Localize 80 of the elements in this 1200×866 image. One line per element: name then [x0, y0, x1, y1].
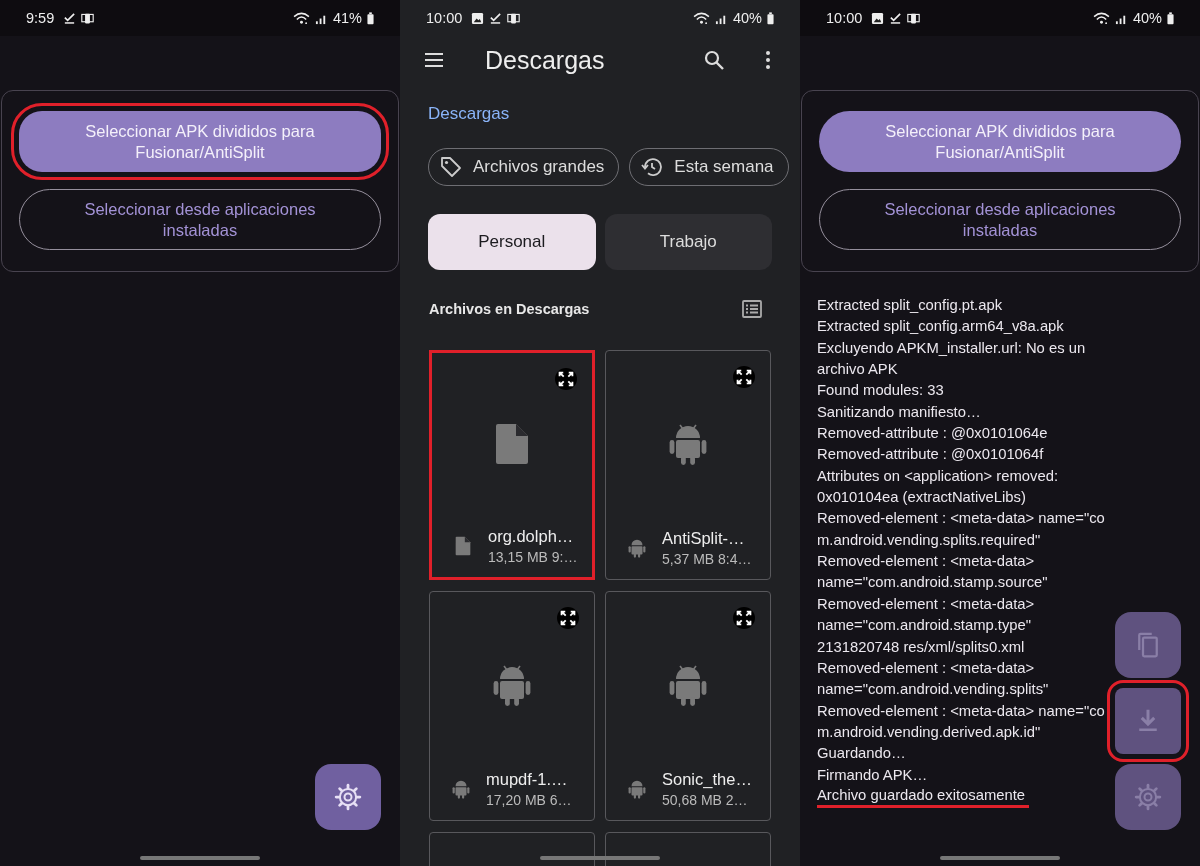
log-line: Removed-attribute : @0x0101064e: [817, 424, 1048, 444]
file-details: 50,68 MB 2…: [662, 792, 749, 808]
checkmark-icon: [489, 11, 503, 25]
log-line: Removed-element : <meta-data> name="co: [817, 509, 1105, 529]
profile-tab[interactable]: Personal: [428, 214, 596, 270]
expand-icon[interactable]: [733, 607, 755, 629]
status-time: 9:59: [26, 10, 55, 26]
download-button[interactable]: [1107, 680, 1189, 762]
file-card[interactable]: AntiSplit-… 5,37 MB 8:4…: [605, 350, 771, 580]
list-view-icon[interactable]: [740, 297, 764, 321]
settings-icon: [1133, 782, 1163, 812]
log-line: 2131820748 res/xml/splits0.xml: [817, 637, 1025, 657]
image-icon: [471, 11, 485, 25]
log-line: Attributes on <application> removed:: [817, 466, 1058, 486]
phone-screen-icon: [907, 11, 921, 25]
file-card[interactable]: org.dolph… 13,15 MB 9:…: [429, 350, 595, 580]
log-line: Sanitizando manifiesto…: [817, 402, 981, 422]
android-icon: [450, 778, 472, 800]
image-icon: [871, 11, 885, 25]
file-details: 13,15 MB 9:…: [488, 549, 578, 565]
breadcrumb-link[interactable]: Descargas: [400, 84, 800, 124]
log-line: Removed-attribute : @0x0101064f: [817, 445, 1044, 465]
screen-title: Descargas: [485, 45, 605, 75]
navigation-handle[interactable]: [140, 856, 260, 860]
log-line: m.android.vending.splits.required": [817, 530, 1041, 550]
log-line: name="com.android.stamp.source": [817, 573, 1048, 593]
log-line: Removed-element : <meta-data>: [817, 594, 1035, 614]
log-line: Guardando…: [817, 744, 906, 764]
history-icon: [640, 155, 665, 179]
wifi-icon: [1092, 11, 1110, 25]
expand-icon[interactable]: [733, 366, 755, 388]
log-line: archivo APK: [817, 360, 898, 380]
log-line: name="com.android.stamp.type": [817, 616, 1032, 636]
log-line: name="com.android.vending.splits": [817, 680, 1049, 700]
file-name: org.dolph…: [488, 527, 575, 546]
search-icon[interactable]: [702, 48, 726, 72]
expand-icon[interactable]: [555, 368, 577, 390]
wifi-icon: [692, 11, 710, 25]
log-line: Removed-element : <meta-data>: [817, 552, 1035, 572]
checkmark-icon: [889, 11, 903, 25]
android-icon: [626, 778, 648, 800]
phone-screen-icon: [81, 11, 95, 25]
log-line: 0x010104ea (extractNativeLibs): [817, 488, 1026, 508]
status-time: 10:00: [426, 10, 463, 26]
settings-icon: [333, 782, 363, 812]
log-line: Firmando APK…: [817, 765, 928, 785]
file-details: 5,37 MB 8:4…: [662, 551, 752, 567]
log-line: Archivo guardado exitosamente: [817, 785, 1030, 808]
copy-button[interactable]: [1115, 612, 1181, 678]
log-line: Extracted split_config.arm64_v8a.apk: [817, 317, 1064, 337]
battery-percent: 40%: [732, 10, 762, 26]
settings-button[interactable]: [315, 764, 381, 830]
log-line: m.android.vending.derived.apk.id": [817, 722, 1041, 742]
wifi-icon: [292, 11, 310, 25]
log-line: Removed-element : <meta-data>: [817, 658, 1035, 678]
battery-percent: 41%: [332, 10, 362, 26]
file-name: Sonic_the…: [662, 770, 752, 789]
battery-percent: 40%: [1132, 10, 1162, 26]
battery-icon: [367, 11, 374, 25]
status-time: 10:00: [826, 10, 863, 26]
navigation-handle[interactable]: [540, 856, 660, 860]
file-name: AntiSplit-…: [662, 529, 746, 548]
log-line: Found modules: 33: [817, 381, 944, 401]
section-title: Archivos en Descargas: [429, 301, 590, 317]
phone-screen-icon: [507, 11, 521, 25]
log-line: Extracted split_config.pt.apk: [817, 296, 1003, 315]
battery-icon: [767, 11, 774, 25]
file-card[interactable]: Sonic_the… 50,68 MB 2…: [605, 591, 771, 821]
android-icon: [626, 537, 648, 559]
file-details: 17,20 MB 6…: [486, 792, 572, 808]
file-card[interactable]: mupdf-1.… 17,20 MB 6…: [429, 591, 595, 821]
expand-icon[interactable]: [557, 607, 579, 629]
profile-tab[interactable]: Trabajo: [604, 214, 772, 270]
checkmark-icon: [63, 11, 77, 25]
log-line: Excluyendo APKM_installer.url: No es un: [817, 338, 1086, 358]
log-line: Removed-element : <meta-data> name="co: [817, 701, 1105, 721]
tag-icon: [439, 155, 463, 179]
file-name: mupdf-1.…: [486, 770, 569, 789]
battery-icon: [1167, 11, 1174, 25]
navigation-handle[interactable]: [940, 856, 1060, 860]
